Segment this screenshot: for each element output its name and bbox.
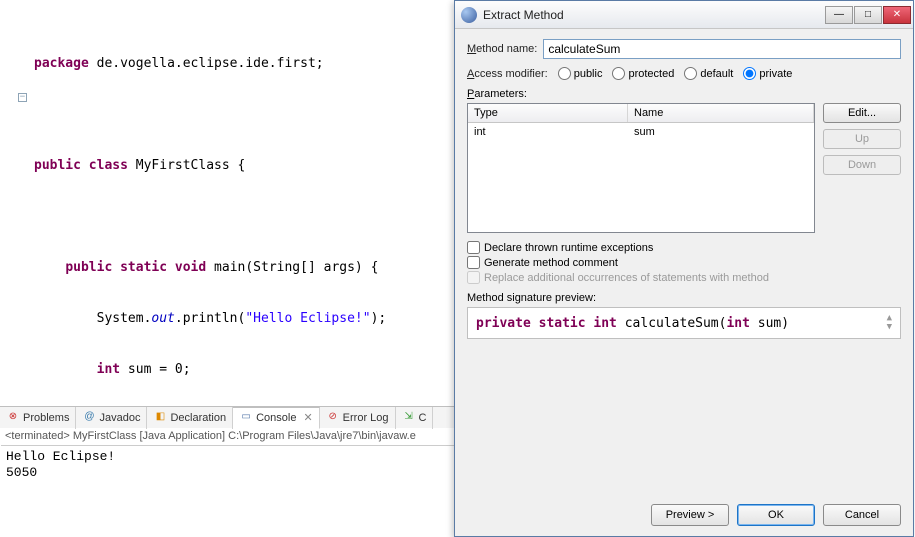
kw-class: class bbox=[89, 158, 128, 173]
edit-button[interactable]: Edit... bbox=[823, 103, 901, 123]
console-output: Hello Eclipse! 5050 bbox=[0, 447, 455, 535]
kw-int: int bbox=[97, 362, 120, 377]
declaration-icon: ◧ bbox=[153, 411, 167, 425]
tab-javadoc[interactable]: @Javadoc bbox=[76, 407, 147, 429]
signature-preview-label: Method signature preview: bbox=[467, 292, 901, 304]
tab-errorlog[interactable]: ⊘Error Log bbox=[320, 407, 396, 429]
hello-str: "Hello Eclipse!" bbox=[245, 311, 370, 326]
views-tabbar: ⊗Problems @Javadoc ◧Declaration ▭Console… bbox=[0, 406, 455, 428]
parameters-label: Parameters: bbox=[467, 88, 901, 100]
callhier-icon: ⇲ bbox=[402, 411, 416, 425]
down-button: Down bbox=[823, 155, 901, 175]
main-sig: main(String[] args) { bbox=[206, 260, 378, 275]
console-icon: ▭ bbox=[239, 411, 253, 425]
method-name-label: Method name: bbox=[467, 43, 537, 55]
kw-package: package bbox=[34, 56, 89, 71]
radio-private[interactable]: private bbox=[743, 67, 792, 80]
up-button: Up bbox=[823, 129, 901, 149]
tab-more[interactable]: ⇲C bbox=[396, 407, 434, 429]
kw-public: public bbox=[34, 158, 81, 173]
kw-void: void bbox=[175, 260, 206, 275]
cell-type: int bbox=[468, 123, 628, 141]
col-type[interactable]: Type bbox=[468, 104, 628, 122]
maximize-button[interactable]: □ bbox=[854, 6, 882, 24]
println-pre: System. bbox=[34, 311, 151, 326]
close-button[interactable]: ✕ bbox=[883, 6, 911, 24]
tab-problems[interactable]: ⊗Problems bbox=[0, 407, 76, 429]
kw-public2: public bbox=[65, 260, 112, 275]
class-name: MyFirstClass { bbox=[128, 158, 245, 173]
radio-public[interactable]: public bbox=[558, 67, 603, 80]
tab-declaration[interactable]: ◧Declaration bbox=[147, 407, 233, 429]
console-status: <terminated> MyFirstClass [Java Applicat… bbox=[1, 429, 456, 446]
errorlog-icon: ⊘ bbox=[326, 411, 340, 425]
chk-replace: Replace additional occurrences of statem… bbox=[467, 271, 901, 284]
println-mid: .println( bbox=[175, 311, 245, 326]
fold-icon[interactable]: − bbox=[18, 93, 27, 102]
extract-method-dialog: Extract Method — □ ✕ Method name: Access… bbox=[454, 0, 914, 537]
cell-name: sum bbox=[628, 123, 814, 141]
eclipse-icon bbox=[461, 7, 477, 23]
table-row[interactable]: int sum bbox=[468, 123, 814, 141]
access-modifier-label: Access modifier: bbox=[467, 68, 548, 80]
kw-static: static bbox=[120, 260, 167, 275]
cancel-button[interactable]: Cancel bbox=[823, 504, 901, 526]
tab-console[interactable]: ▭Console ✕ bbox=[233, 407, 320, 429]
problems-icon: ⊗ bbox=[6, 411, 20, 425]
radio-default[interactable]: default bbox=[684, 67, 733, 80]
gutter: − bbox=[0, 4, 28, 404]
javadoc-icon: @ bbox=[82, 411, 96, 425]
parameters-table[interactable]: Type Name int sum bbox=[467, 103, 815, 233]
println-post: ); bbox=[371, 311, 387, 326]
preview-button[interactable]: Preview > bbox=[651, 504, 729, 526]
chk-comment[interactable]: Generate method comment bbox=[467, 256, 901, 269]
method-name-input[interactable] bbox=[543, 39, 901, 59]
sum-decl: sum = 0; bbox=[120, 362, 190, 377]
signature-preview: private static int calculateSum(int sum)… bbox=[467, 307, 901, 339]
chk-throw[interactable]: Declare thrown runtime exceptions bbox=[467, 241, 901, 254]
close-icon[interactable]: ✕ bbox=[303, 411, 312, 424]
scroll-arrows-icon[interactable]: ▲▼ bbox=[887, 314, 892, 332]
minimize-button[interactable]: — bbox=[825, 6, 853, 24]
col-name[interactable]: Name bbox=[628, 104, 814, 122]
out-field: out bbox=[151, 311, 174, 326]
radio-protected[interactable]: protected bbox=[612, 67, 674, 80]
ok-button[interactable]: OK bbox=[737, 504, 815, 526]
pkg-name: de.vogella.eclipse.ide.first; bbox=[89, 56, 324, 71]
dialog-titlebar[interactable]: Extract Method — □ ✕ bbox=[455, 1, 913, 29]
dialog-title: Extract Method bbox=[483, 8, 824, 22]
code-editor[interactable]: − package de.vogella.eclipse.ide.first; … bbox=[0, 0, 455, 405]
